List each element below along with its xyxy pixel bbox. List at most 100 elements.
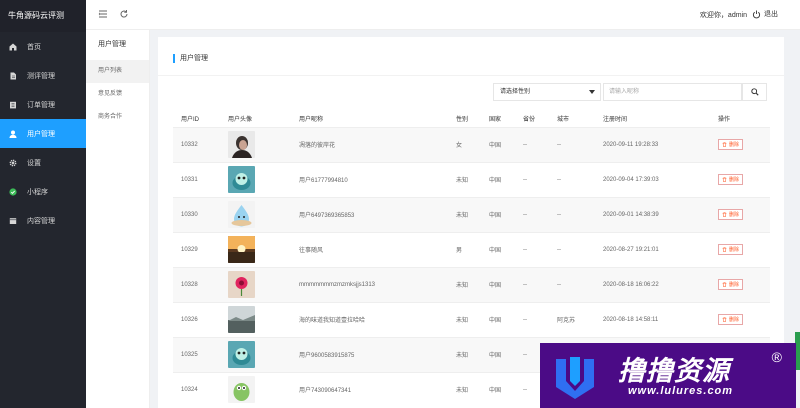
table-row[interactable]: 10329 往事随风男中国 -- -- 2020-08-27 19:21:01 删除 — [173, 231, 770, 267]
avatar-cell — [220, 371, 291, 407]
cell-gender: 未知 — [448, 371, 481, 407]
cell-time: 2020-09-04 17:39:03 — [595, 161, 710, 197]
gender-select[interactable]: 请选择性别 — [493, 83, 601, 101]
trash-icon — [722, 142, 727, 147]
cell-gender: 未知 — [448, 336, 481, 372]
delete-button[interactable]: 删除 — [718, 314, 744, 325]
cell-nickname: 用户61777994810 — [291, 161, 448, 197]
action-cell: 删除 — [710, 266, 770, 302]
cell-province: -- — [515, 231, 549, 267]
delete-label: 删除 — [729, 282, 740, 288]
delete-button[interactable]: 删除 — [718, 279, 744, 290]
delete-button[interactable]: 删除 — [718, 209, 744, 220]
column-header: 用户ID — [181, 117, 200, 124]
avatar-cell — [220, 301, 291, 337]
column-header: 国家 — [489, 117, 502, 124]
sidebar-item-4[interactable]: 设置 — [0, 148, 86, 177]
sidebar-item-0[interactable]: 首页 — [0, 32, 86, 61]
sidebar-item-3[interactable]: 用户管理 — [0, 119, 86, 148]
sidebar-item-6[interactable]: 内容管理 — [0, 206, 86, 235]
order-icon — [9, 101, 17, 109]
cell-gender: 未知 — [448, 161, 481, 197]
watermark-banner: 撸撸资源 ® www.lulures.com — [540, 343, 796, 408]
logout-label: 退出 — [764, 11, 778, 18]
avatar — [228, 271, 255, 298]
action-cell: 删除 — [710, 161, 770, 197]
subnav-title: 用户管理 — [98, 41, 126, 48]
table-row[interactable]: 10332 凋落的彼岸花女中国 -- -- 2020-09-11 19:28:33 删除 — [173, 126, 770, 162]
cell-time: 2020-08-18 16:06:22 — [595, 266, 710, 302]
cell-country: 中国 — [481, 301, 515, 337]
refresh-icon[interactable] — [119, 9, 129, 19]
delete-label: 删除 — [729, 317, 740, 323]
column-header: 用户昵称 — [299, 117, 324, 124]
column-header: 注册时间 — [603, 117, 628, 124]
column-header: 省份 — [523, 117, 536, 124]
cell-id: 10332 — [173, 126, 220, 162]
action-cell: 删除 — [710, 196, 770, 232]
delete-button[interactable]: 删除 — [718, 139, 744, 150]
cell-gender: 未知 — [448, 266, 481, 302]
search-icon — [750, 88, 759, 96]
welcome-text: 欢迎你，admin — [699, 12, 747, 19]
sidebar-item-label: 测评管理 — [27, 72, 55, 80]
cell-id: 10329 — [173, 231, 220, 267]
table-row[interactable]: 10326 海的味道我知道壹拉哈哈 未知 中国 -- 阿克苏 2020-08-18 14:5… — [173, 301, 770, 337]
menu-collapse-icon[interactable] — [98, 9, 108, 19]
cell-country: 中国 — [481, 231, 515, 267]
cell-time: 2020-09-01 14:38:39 — [595, 196, 710, 232]
table-row[interactable]: 10330 用户6497369365853 未知 中国 -- -- 2020-09-01 1… — [173, 196, 770, 232]
cell-city: -- — [549, 126, 595, 162]
delete-button[interactable]: 删除 — [718, 174, 744, 185]
avatar — [228, 306, 255, 333]
content-icon — [9, 217, 17, 225]
gender-select-value: 请选择性别 — [500, 89, 531, 95]
subnav-item-feedback[interactable]: 意见反馈 — [86, 83, 149, 106]
document-icon — [9, 72, 17, 80]
cell-province: -- — [515, 196, 549, 232]
cell-id: 10328 — [173, 266, 220, 302]
sidebar-item-label: 首页 — [27, 43, 41, 51]
sidebar: 牛角源码云评测 首页测评管理订单管理用户管理设置小程序 内容管理 — [0, 0, 86, 408]
cell-country: 中国 — [481, 126, 515, 162]
logout-button[interactable]: 退出 — [752, 9, 778, 19]
power-icon — [752, 9, 761, 18]
miniapp-icon — [9, 187, 17, 196]
table-header-row: 用户ID 用户头像 用户昵称 性别 国家 省份 城市 注册时间 操作 — [173, 111, 770, 127]
cell-id: 10326 — [173, 301, 220, 337]
delete-label: 删除 — [729, 177, 740, 183]
watermark-reg-mark: ® — [771, 349, 782, 365]
sidebar-item-1[interactable]: 测评管理 — [0, 61, 86, 90]
nickname-search-input[interactable]: 请输入昵称 — [603, 83, 742, 101]
table-row[interactable]: 10331 用户61777994810 未知 中国 -- -- 2020-09-04 17:… — [173, 161, 770, 197]
avatar — [228, 166, 255, 193]
sidebar-item-label: 设置 — [27, 159, 41, 167]
delete-label: 删除 — [729, 247, 740, 253]
chevron-down-icon — [589, 90, 595, 94]
search-button[interactable] — [742, 83, 767, 101]
cell-gender: 女 — [448, 126, 481, 162]
avatar-cell — [220, 161, 291, 197]
user-icon — [9, 130, 17, 138]
home-icon — [9, 43, 17, 51]
subnav-item-business[interactable]: 商务合作 — [86, 106, 149, 129]
sidebar-item-2[interactable]: 订单管理 — [0, 90, 86, 119]
cell-id: 10331 — [173, 161, 220, 197]
cell-nickname: mmmmmmmzmzmksjjs1313 — [291, 266, 448, 302]
app-logo-title[interactable]: 牛角源码云评测 — [0, 0, 86, 32]
table-row[interactable]: 10328 mmmmmmmzmzmksjjs1313 未知 中国 -- -- 2020-08… — [173, 266, 770, 302]
subnav-item-user-list[interactable]: 用户列表 — [86, 60, 149, 83]
action-cell: 删除 — [710, 231, 770, 267]
delete-button[interactable]: 删除 — [718, 244, 744, 255]
cell-time: 2020-08-27 19:21:01 — [595, 231, 710, 267]
cell-nickname: 用户6497369365853 — [291, 196, 448, 232]
watermark-brand: 撸撸资源 — [618, 356, 730, 386]
sidebar-item-5[interactable]: 小程序 — [0, 177, 86, 206]
delete-label: 删除 — [729, 142, 740, 148]
avatar — [228, 236, 255, 263]
cell-province: -- — [515, 266, 549, 302]
sidebar-item-label: 用户管理 — [27, 130, 55, 138]
cell-city: -- — [549, 196, 595, 232]
avatar — [228, 201, 255, 228]
cell-province: -- — [515, 301, 549, 337]
